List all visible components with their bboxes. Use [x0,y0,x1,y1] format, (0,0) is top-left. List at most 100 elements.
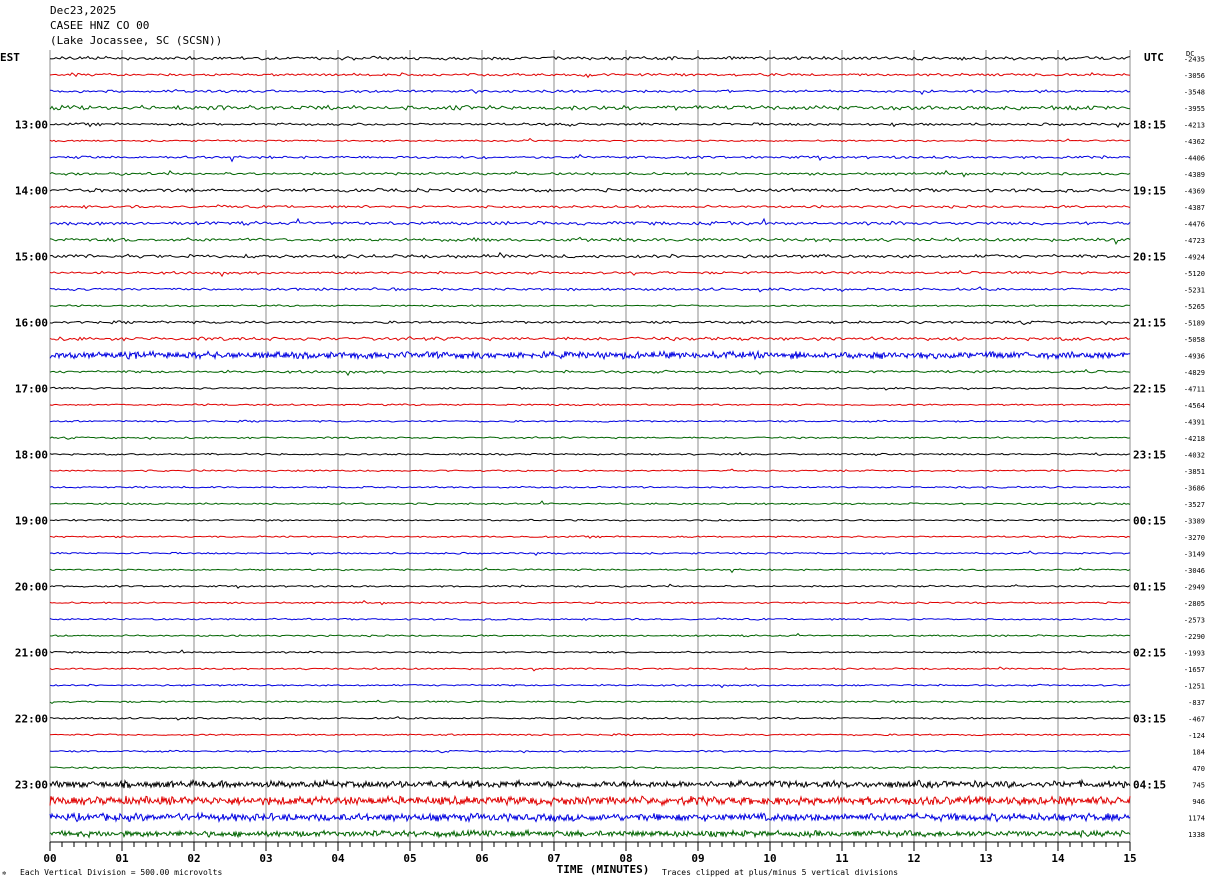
trace-row-0 [49,55,1131,61]
trace-row-12 [49,251,1131,259]
dc-offset-label: -2573 [1184,616,1205,624]
x-tick-label: 13 [979,852,992,865]
trace-row-1 [49,72,1131,79]
x-tick-label: 12 [907,852,920,865]
dc-offset-label: -4406 [1184,154,1205,162]
utc-hour-label: 04:15 [1133,778,1166,791]
utc-hour-label: 19:15 [1133,184,1166,197]
vertical-division-note: Each Vertical Division = 500.00 microvol… [20,868,223,877]
trace-row-38 [49,683,1131,689]
dc-offset-label: 470 [1192,765,1205,773]
trace-row-10 [49,217,1131,226]
trace-row-22 [49,419,1131,423]
trace-row-37 [49,666,1131,672]
est-hour-label: 15:00 [15,250,48,263]
trace-row-47 [49,828,1131,839]
est-hour-label: 21:00 [15,646,48,659]
est-hour-label: 17:00 [15,382,48,395]
x-tick-label: 06 [475,852,489,865]
trace-row-11 [49,236,1131,246]
dc-offset-label: -4387 [1184,204,1205,212]
dc-offset-label: -4032 [1184,451,1205,459]
trace-row-29 [49,535,1131,539]
dc-offset-label: -3389 [1184,517,1205,525]
x-tick-label: 11 [835,852,849,865]
dc-offset-label: -4564 [1184,402,1205,410]
dc-offset-label: -1993 [1184,649,1205,657]
dc-offset-label: 1338 [1188,831,1205,839]
trace-row-33 [49,600,1131,606]
dc-offset-label: -4936 [1184,352,1205,360]
dc-offset-label: -1657 [1184,666,1205,674]
x-tick-label: 03 [259,852,272,865]
trace-row-40 [50,716,1131,721]
trace-row-43 [49,765,1131,770]
dc-offset-label: -837 [1188,699,1205,707]
utc-hour-label: 18:15 [1133,118,1166,131]
dc-offset-label: -5231 [1184,286,1205,294]
dc-offset-label: -4723 [1184,237,1205,245]
dc-offset-label: -4924 [1184,253,1205,261]
trace-row-7 [49,169,1131,178]
dc-offset-label: -3686 [1184,484,1205,492]
dc-offset-label: -2435 [1184,55,1205,63]
trace-row-36 [49,649,1131,654]
dc-offset-label: -3056 [1184,72,1205,80]
dc-offset-label: -3851 [1184,468,1205,476]
dc-offset-label: -4391 [1184,418,1205,426]
trace-row-45 [49,794,1131,808]
dc-offset-label: -4218 [1184,435,1205,443]
trace-row-28 [50,518,1131,522]
utc-hour-label: 22:15 [1133,382,1166,395]
x-tick-label: 00 [43,852,56,865]
x-axis-title: TIME (MINUTES) [557,863,650,876]
trace-row-8 [49,187,1131,193]
trace-row-19 [49,368,1131,377]
utc-hour-label: 00:15 [1133,514,1166,527]
est-hour-label: 14:00 [15,184,48,197]
dc-offset-label: -2290 [1184,633,1205,641]
trace-row-39 [49,699,1131,705]
trace-row-34 [49,617,1131,621]
est-hour-label: 16:00 [15,316,48,329]
seismogram-plot: EST 13:00 14:00 15:00 16:00 17:00 18:00 19:00 20… [0,50,1205,876]
dc-offset-label: 946 [1192,798,1205,806]
dc-offset-label: -4476 [1184,220,1205,228]
utc-hour-label: 23:15 [1133,448,1166,461]
dc-offset-label: -4389 [1184,171,1205,179]
trace-row-4 [50,122,1131,129]
utc-hour-label: 03:15 [1133,712,1166,725]
est-hour-label: 22:00 [15,712,48,725]
trace-row-46 [49,811,1131,824]
dc-offset-label: -3548 [1184,88,1205,96]
trace-row-25 [49,468,1131,473]
trace-row-35 [49,632,1131,638]
x-tick-label: 15 [1123,852,1136,865]
trace-row-15 [49,304,1131,308]
x-tick-label: 14 [1051,852,1065,865]
est-hour-label: 13:00 [15,118,48,131]
trace-row-5 [49,137,1130,143]
trace-row-42 [49,749,1131,754]
dc-offset-label: -4362 [1184,138,1205,146]
trace-row-23 [49,436,1131,440]
x-tick-label: 02 [187,852,200,865]
est-hour-label: 20:00 [15,580,48,593]
dc-offset-label: -3270 [1184,534,1205,542]
dc-offset-label: -1251 [1184,682,1205,690]
dc-offset-label: -5189 [1184,319,1205,327]
trace-row-3 [49,104,1131,112]
dc-offset-label: -3527 [1184,501,1205,509]
x-tick-label: 04 [331,852,345,865]
x-tick-label: 10 [763,852,776,865]
utc-hour-label: 02:15 [1133,646,1166,659]
trace-row-32 [49,583,1131,589]
utc-hour-label: 20:15 [1133,250,1166,263]
trace-row-44 [49,778,1131,790]
trace-row-18 [49,349,1131,361]
x-tick-label: 09 [691,852,704,865]
trace-row-9 [49,204,1131,210]
est-hour-label: 18:00 [15,448,48,461]
dc-offset-label: -3955 [1184,105,1205,113]
dc-offset-label: 184 [1192,748,1205,756]
